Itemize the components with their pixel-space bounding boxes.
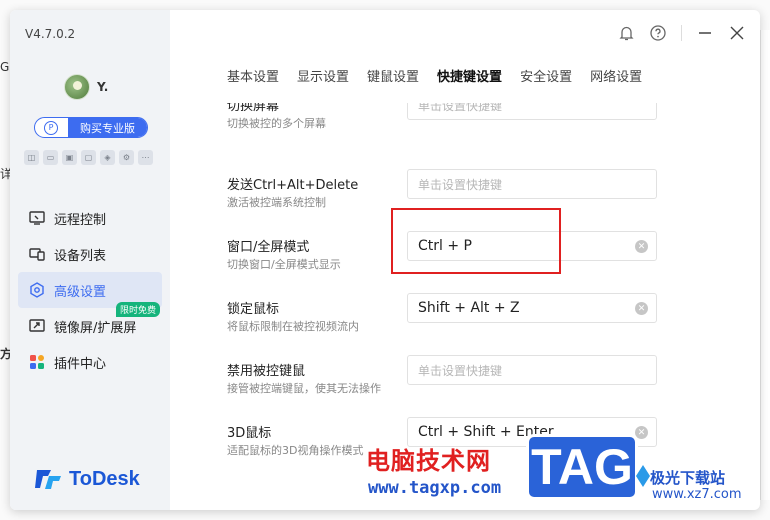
shortcut-placeholder: 单击设置快捷键 [418, 103, 503, 113]
sidebar-item-plugin-center[interactable]: 插件中心 [18, 344, 162, 380]
sidebar: V4.7.0.2 Y. P 购买专业版 ◫ ▭ ▣ ▢ ◈ ⚙ ⋯ 远程控制 设… [10, 10, 170, 510]
setting-disable-input: 禁用被控键鼠 接管被控端键鼠，使其无法操作 单击设置快捷键 [227, 355, 667, 412]
setting-desc: 切换窗口/全屏模式显示 [227, 258, 341, 271]
setting-title: 发送Ctrl+Alt+Delete [227, 178, 359, 193]
sidebar-item-device-list[interactable]: 设备列表 [18, 236, 162, 272]
setting-desc: 将鼠标限制在被控视频流内 [227, 320, 359, 333]
setting-title: 禁用被控键鼠 [227, 364, 306, 379]
minimize-icon[interactable] [696, 24, 714, 42]
watermark-site-url: www.xz7.com [652, 487, 742, 502]
sidebar-item-label: 插件中心 [54, 356, 107, 372]
sidebar-item-label: 设备列表 [54, 248, 107, 264]
device-list-icon [28, 245, 46, 263]
screen-icon[interactable]: ▣ [62, 150, 77, 165]
clear-icon[interactable]: ✕ [635, 240, 648, 253]
divider [681, 25, 682, 41]
background-panel [760, 30, 770, 500]
shortcut-input[interactable]: 单击设置快捷键 [407, 169, 657, 199]
buy-pro-button[interactable]: P 购买专业版 [34, 117, 148, 138]
tab-security[interactable]: 安全设置 [520, 66, 572, 85]
shortcut-value: Shift + Alt + Z [418, 300, 520, 316]
mirror-screen-icon [28, 317, 46, 335]
app-version: V4.7.0.2 [25, 27, 76, 41]
tab-basic[interactable]: 基本设置 [227, 66, 279, 85]
buy-pro-label: 购买专业版 [68, 118, 147, 137]
chat-icon[interactable]: ▢ [81, 150, 96, 165]
clear-icon[interactable]: ✕ [635, 302, 648, 315]
watermark-url: www.tagxp.com [368, 478, 502, 498]
sidebar-item-label: 高级设置 [54, 284, 107, 300]
background-text: G [0, 60, 10, 74]
advanced-settings-icon [28, 281, 46, 299]
sidebar-item-label: 远程控制 [54, 212, 107, 228]
gamepad-icon[interactable]: ◫ [24, 150, 39, 165]
setting-desc: 接管被控端键鼠，使其无法操作 [227, 382, 381, 395]
setting-title: 锁定鼠标 [227, 302, 280, 317]
shortcut-input[interactable]: 单击设置快捷键 [407, 103, 657, 120]
shortcut-placeholder: 单击设置快捷键 [418, 363, 503, 378]
shortcut-input[interactable]: 单击设置快捷键 [407, 355, 657, 385]
sidebar-item-remote-control[interactable]: 远程控制 [18, 200, 162, 236]
username: Y. [97, 80, 109, 94]
settings-window: V4.7.0.2 Y. P 购买专业版 ◫ ▭ ▣ ▢ ◈ ⚙ ⋯ 远程控制 设… [10, 10, 760, 510]
watermark-text: 电脑技术网 [366, 447, 491, 475]
tab-network[interactable]: 网络设置 [590, 66, 642, 85]
brand-name: ToDesk [69, 467, 140, 490]
sidebar-item-mirror-screen[interactable]: 镜像屏/扩展屏 限时免费 [18, 302, 162, 344]
highlight-box [391, 208, 561, 274]
todesk-logo: ToDesk [35, 467, 140, 491]
todesk-logo-icon [35, 470, 61, 489]
setting-title: 聊天 [227, 476, 253, 478]
setting-desc: 激活被控端系统控制 [227, 196, 326, 209]
watermark-tag: TAG [526, 434, 638, 500]
plugin-center-icon [28, 353, 46, 371]
tab-display[interactable]: 显示设置 [297, 66, 349, 85]
settings-icon[interactable]: ⚙ [119, 150, 134, 165]
tab-keyboard-mouse[interactable]: 键鼠设置 [367, 66, 419, 85]
bell-icon[interactable] [617, 24, 635, 42]
sidebar-item-label: 镜像屏/扩展屏 [54, 320, 137, 336]
more-icon[interactable]: ⋯ [138, 150, 153, 165]
remote-control-icon [28, 209, 46, 227]
setting-desc: 适配鼠标的3D视角操作模式 [227, 444, 364, 457]
pro-icon: P [44, 120, 58, 135]
setting-lock-mouse: 锁定鼠标 将鼠标限制在被控视频流内 Shift + Alt + Z ✕ [227, 293, 667, 350]
setting-desc: 切换被控的多个屏幕 [227, 117, 326, 130]
paint-icon[interactable]: ◈ [100, 150, 115, 165]
help-icon[interactable] [649, 24, 667, 42]
watermark-site-name: 极光下载站 [650, 469, 726, 487]
window-controls [617, 24, 746, 42]
setting-title: 3D鼠标 [227, 426, 272, 441]
setting-title: 窗口/全屏模式 [227, 240, 310, 255]
shortcut-list: 切换屏幕 切换被控的多个屏幕 单击设置快捷键 发送Ctrl+Alt+Delete… [170, 103, 760, 478]
setting-title: 切换屏幕 [227, 103, 280, 114]
monitor-icon[interactable]: ▭ [43, 150, 58, 165]
free-badge: 限时免费 [115, 302, 160, 317]
setting-switch-screen: 切换屏幕 切换被控的多个屏幕 单击设置快捷键 [227, 103, 667, 147]
sidebar-nav: 远程控制 设备列表 高级设置 镜像屏/扩展屏 限时免费 插件中心 [18, 200, 162, 380]
settings-tabs: 基本设置 显示设置 键鼠设置 快捷键设置 安全设置 网络设置 [227, 66, 642, 85]
watermark-logo-icon [636, 465, 650, 487]
avatar[interactable] [64, 74, 90, 100]
shortcut-input[interactable]: Shift + Alt + Z ✕ [407, 293, 657, 323]
feature-icons: ◫ ▭ ▣ ▢ ◈ ⚙ ⋯ [24, 150, 153, 165]
tab-shortcuts[interactable]: 快捷键设置 [437, 66, 502, 85]
shortcut-placeholder: 单击设置快捷键 [418, 177, 503, 192]
close-icon[interactable] [728, 24, 746, 42]
